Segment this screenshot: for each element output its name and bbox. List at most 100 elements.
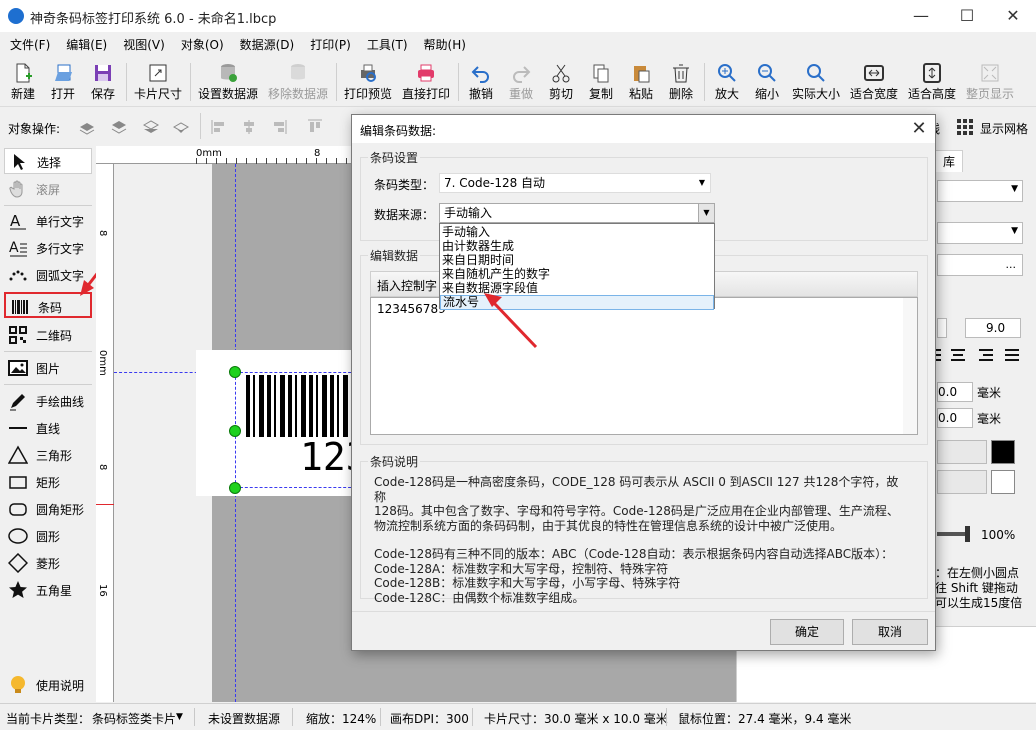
color-bar-2[interactable] <box>937 470 987 494</box>
status-card-type-value[interactable]: 条码标签类卡片 <box>92 710 176 727</box>
trash-icon <box>673 64 689 83</box>
barcode-bars <box>246 375 356 437</box>
tool-single-text[interactable]: A 单行文字 <box>4 208 92 234</box>
resize-handle[interactable] <box>229 482 241 494</box>
panel-field[interactable]: ... <box>937 254 1023 276</box>
show-grid-label[interactable]: 显示网格 <box>980 120 1028 137</box>
menu-datasource[interactable]: 数据源(D) <box>234 34 301 56</box>
dropdown-option[interactable]: 来自随机产生的数字 <box>442 268 550 281</box>
zoom-in-button[interactable]: 放大 <box>710 59 744 105</box>
tool-image[interactable]: 图片 <box>4 355 92 381</box>
layer-up-icon[interactable] <box>78 118 96 136</box>
barcode-settings-title: 条码设置 <box>368 149 421 166</box>
app-logo-icon <box>8 8 24 24</box>
resize-handle[interactable] <box>229 425 241 437</box>
print-preview-button[interactable]: 打印预览 <box>342 59 394 105</box>
panel-combo-2[interactable]: ▼ <box>937 222 1023 244</box>
print-preview-icon <box>361 64 376 82</box>
tool-rounded-rect[interactable]: 圆角矩形 <box>4 496 92 522</box>
print-button[interactable]: 直接打印 <box>400 59 452 105</box>
menu-tools[interactable]: 工具(T) <box>361 34 414 56</box>
new-button[interactable]: 新建 <box>6 59 40 105</box>
layer-top-icon[interactable] <box>110 118 128 136</box>
grid-icon[interactable] <box>956 118 974 136</box>
font-size-spin[interactable]: 9.0 <box>965 318 1021 338</box>
dropdown-option[interactable]: 来自日期时间 <box>442 254 514 267</box>
fit-width-button[interactable]: 适合宽度 <box>848 59 900 105</box>
close-window-button[interactable]: ✕ <box>990 0 1036 32</box>
paste-button[interactable]: 粘贴 <box>624 59 658 105</box>
tool-diamond[interactable]: 菱形 <box>4 550 92 576</box>
fit-height-button[interactable]: 适合高度 <box>906 59 958 105</box>
menu-help[interactable]: 帮助(H) <box>418 34 472 56</box>
tool-star[interactable]: 五角星 <box>4 577 92 603</box>
opacity-slider-thumb[interactable] <box>965 526 970 542</box>
data-textarea[interactable]: 123456789 <box>370 297 918 435</box>
set-datasource-button[interactable]: 设置数据源 <box>196 59 260 105</box>
maximize-button[interactable]: ☐ <box>944 0 990 32</box>
fit-page-button[interactable]: 整页显示 <box>964 59 1016 105</box>
tool-line[interactable]: 直线 <box>4 415 92 441</box>
actual-size-button[interactable]: 实际大小 <box>790 59 842 105</box>
card-size-icon <box>149 64 167 82</box>
border-color-swatch[interactable] <box>991 470 1015 494</box>
menu-view[interactable]: 视图(V) <box>117 34 171 56</box>
menu-object[interactable]: 对象(O) <box>175 34 230 56</box>
tool-select[interactable]: 选择 <box>4 148 92 174</box>
minimize-button[interactable]: — <box>898 0 944 32</box>
zoom-out-button[interactable]: 缩小 <box>750 59 784 105</box>
barcode-object[interactable]: 123 <box>235 372 369 488</box>
card-size-button[interactable]: 卡片尺寸 <box>132 59 184 105</box>
pos-x-spin[interactable]: 0.0 <box>937 382 973 402</box>
resize-handle[interactable] <box>229 366 241 378</box>
panel-tab[interactable]: 库 <box>935 150 963 172</box>
textarea-scrollbar[interactable] <box>903 298 917 434</box>
tool-scroll[interactable]: 滚屏 <box>4 176 92 202</box>
barcode-description: Code-128码是一种高密度条码，CODE_128 码可表示从 ASCII 0… <box>374 475 899 605</box>
open-button[interactable]: 打开 <box>46 59 80 105</box>
desc-scrollbar[interactable] <box>904 475 918 593</box>
menu-print[interactable]: 打印(P) <box>304 34 357 56</box>
tool-triangle[interactable]: 三角形 <box>4 442 92 468</box>
fill-color-swatch[interactable] <box>991 440 1015 464</box>
save-button[interactable]: 保存 <box>86 59 120 105</box>
delete-button[interactable]: 删除 <box>664 59 698 105</box>
redo-button[interactable]: 重做 <box>504 59 538 105</box>
database-icon <box>221 64 237 82</box>
tool-freehand[interactable]: 手绘曲线 <box>4 388 92 414</box>
tool-help[interactable]: 使用说明 <box>4 672 92 698</box>
arc-text-icon <box>9 270 27 281</box>
layer-bottom-icon[interactable] <box>172 118 190 136</box>
tool-rectangle[interactable]: 矩形 <box>4 469 92 495</box>
menu-edit[interactable]: 编辑(E) <box>60 34 113 56</box>
align-left-icon[interactable] <box>210 118 228 136</box>
color-bar-1[interactable] <box>937 440 987 464</box>
barcode-type-select[interactable]: 7. Code-128 自动 ▼ <box>439 173 711 193</box>
menu-file[interactable]: 文件(F) <box>4 34 56 56</box>
ok-button[interactable]: 确定 <box>770 619 844 645</box>
undo-button[interactable]: 撤销 <box>464 59 498 105</box>
data-source-select[interactable]: 手动输入 ▼ <box>439 203 715 223</box>
panel-combo-1[interactable]: ▼ <box>937 180 1023 202</box>
remove-datasource-button[interactable]: 移除数据源 <box>266 59 330 105</box>
pos-y-spin[interactable]: 0.0 <box>937 408 973 428</box>
dialog-close-button[interactable]: ✕ <box>906 117 932 141</box>
align-right-icon[interactable] <box>270 118 288 136</box>
dropdown-option[interactable]: 手动输入 <box>442 226 490 239</box>
layer-down-icon[interactable] <box>142 118 160 136</box>
text-align-icons[interactable] <box>935 346 1021 364</box>
font-combo[interactable] <box>937 318 947 338</box>
align-center-icon[interactable] <box>240 118 258 136</box>
cut-button[interactable]: 剪切 <box>544 59 578 105</box>
window-title: 神奇条码标签打印系统 6.0 - 未命名1.lbcp <box>30 12 277 27</box>
copy-button[interactable]: 复制 <box>584 59 618 105</box>
chevron-down-icon[interactable]: ▼ <box>176 712 183 722</box>
opacity-slider[interactable] <box>937 532 967 536</box>
cancel-button[interactable]: 取消 <box>852 619 928 645</box>
insert-control-char-button[interactable]: 插入控制字 <box>377 277 437 294</box>
tool-circle[interactable]: 圆形 <box>4 523 92 549</box>
dropdown-option[interactable]: 由计数器生成 <box>442 240 514 253</box>
align-top-icon[interactable] <box>306 118 324 136</box>
tool-qrcode[interactable]: 二维码 <box>4 322 92 348</box>
svg-text:A: A <box>9 240 19 256</box>
